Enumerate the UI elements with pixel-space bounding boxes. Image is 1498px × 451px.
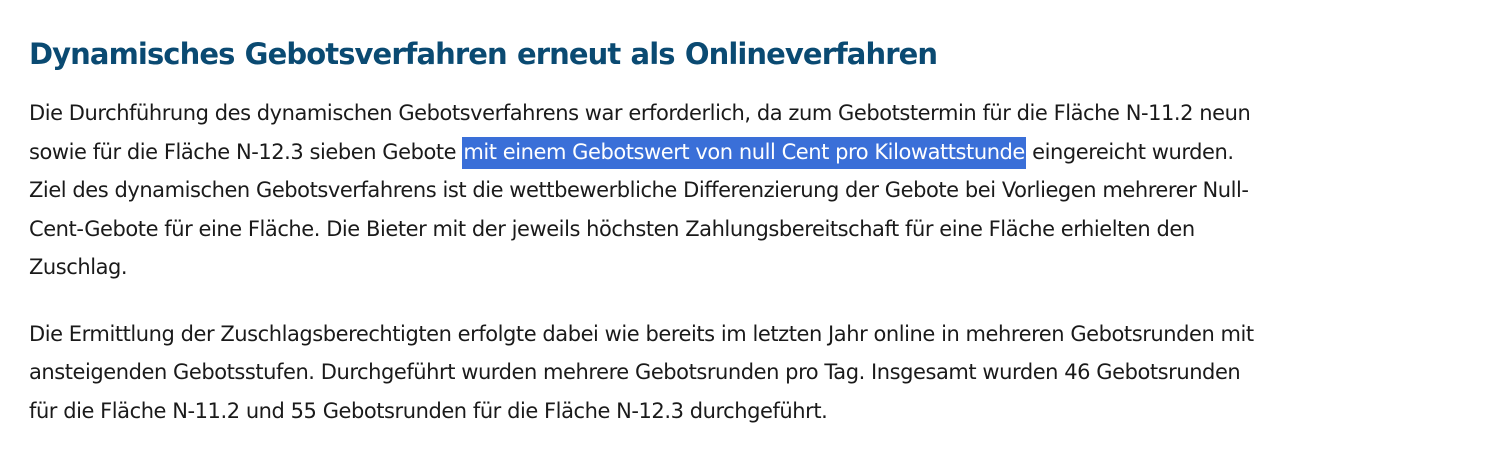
text-line: ansteigenden Gebotsstufen. Durchgeführt …	[29, 360, 1241, 384]
text-line-with-selection: sowie für die Fläche N-12.3 sieben Gebot…	[29, 133, 1369, 172]
text-line: Die Ermittlung der Zuschlagsberechtigten…	[29, 321, 1254, 346]
selected-text[interactable]: mit einem Gebotswert von null Cent pro K…	[462, 136, 1026, 169]
text-segment: eingereicht wurden.	[1025, 139, 1234, 164]
text-line: Die Durchführung des dynamischen Gebotsv…	[29, 101, 1251, 125]
text-line: Ziel des dynamischen Gebotsverfahrens is…	[29, 178, 1249, 202]
text-segment: sowie für die Fläche N-12.3 sieben Gebot…	[29, 139, 463, 164]
text-line: Cent-Gebote für eine Fläche. Die Bieter …	[29, 216, 1195, 241]
section-heading: Dynamisches Gebotsverfahren erneut als O…	[29, 37, 938, 71]
paragraph-dynamic-bidding: Die Durchführung des dynamischen Gebotsv…	[29, 94, 1369, 287]
paragraph-bidding-rounds: Die Ermittlung der Zuschlagsberechtigten…	[29, 315, 1369, 431]
article-section: Dynamisches Gebotsverfahren erneut als O…	[0, 0, 1498, 451]
text-line: für die Fläche N-11.2 und 55 Gebotsrunde…	[29, 398, 828, 423]
text-line: Zuschlag.	[29, 255, 128, 279]
